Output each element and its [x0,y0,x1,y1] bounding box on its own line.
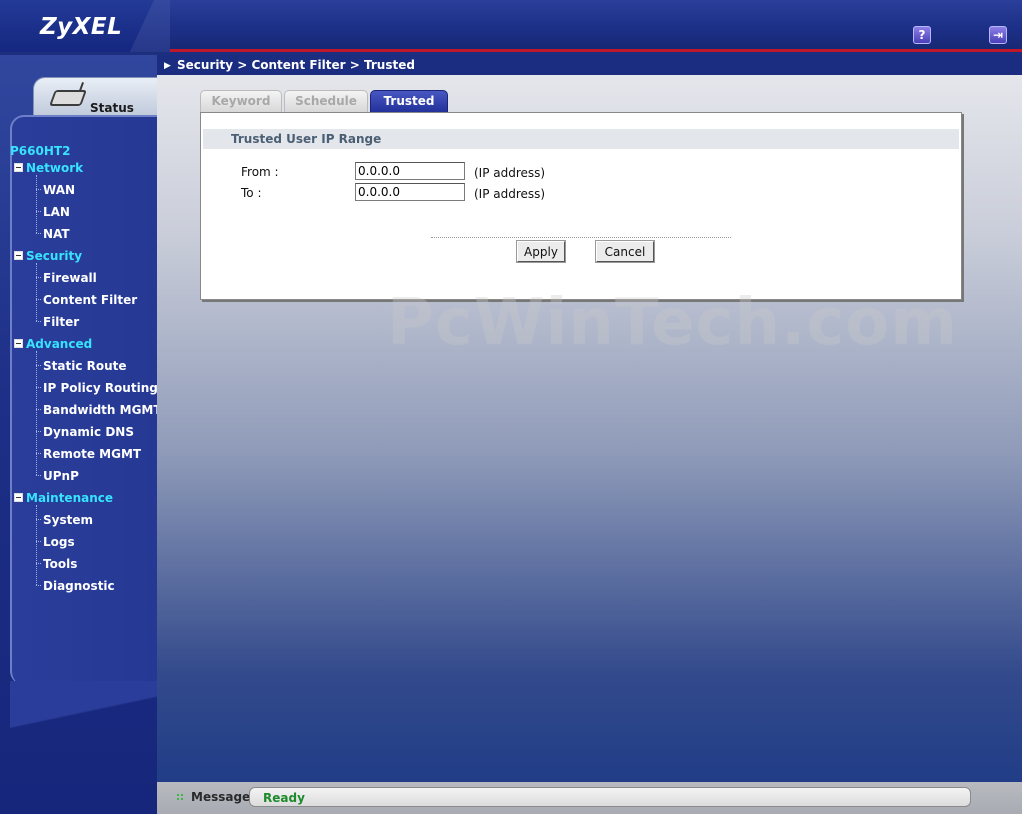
status-label: Status [90,101,134,115]
model-name: P660HT2 [10,144,71,158]
top-banner: ZyXEL ? ⇥ [0,0,1022,52]
menu-group-label: Network [26,161,84,175]
message-label: Message [191,790,251,804]
to-ip-hint: (IP address) [474,187,546,201]
from-ip-hint: (IP address) [474,166,546,180]
sidebar-item-firewall[interactable]: Firewall [43,271,97,285]
section-title: Trusted User IP Range [231,132,382,146]
sidebar-item-system[interactable]: System [43,513,93,527]
tree-tick [36,519,41,520]
sidebar-item-filter[interactable]: Filter [43,315,79,329]
tree-tick [36,431,41,432]
from-ip-input[interactable] [355,162,465,180]
tree-tick [36,563,41,564]
tab-keyword[interactable]: Keyword [200,90,282,112]
sidebar-item-static-route[interactable]: Static Route [43,359,127,373]
help-icon[interactable]: ? [913,26,931,44]
message-box: Ready [249,787,971,807]
menu-panel [10,115,159,745]
main-content: ▶ Security > Content Filter > Trusted Ke… [157,55,1022,782]
tree-tick [36,409,41,410]
sidebar-item-content-filter[interactable]: Content Filter [43,293,137,307]
message-text: Ready [263,791,305,805]
to-label: To : [241,186,262,200]
collapse-icon [14,251,23,260]
to-ip-input[interactable] [355,183,465,201]
tree-line [36,505,37,585]
menu-group-network[interactable]: Network [14,161,83,175]
sidebar-item-dynamic-dns[interactable]: Dynamic DNS [43,425,134,439]
menu-group-label: Security [26,249,83,263]
tree-line [36,263,37,321]
zyxel-logo: ZyXEL [40,14,123,40]
tree-tick [36,453,41,454]
trusted-panel: Trusted User IP Range From : (IP address… [200,112,962,300]
sidebar-item-lan[interactable]: LAN [43,205,70,219]
sidebar-item-nat[interactable]: NAT [43,227,70,241]
section-header: Trusted User IP Range [203,129,959,149]
tree-tick [36,541,41,542]
sidebar-item-bandwidth-mgmt[interactable]: Bandwidth MGMT [43,403,162,417]
collapse-icon [14,339,23,348]
tree-tick [36,299,41,300]
tree-tick [36,189,41,190]
breadcrumb: Security > Content Filter > Trusted [177,58,415,72]
tree-line [36,175,37,233]
menu-group-security[interactable]: Security [14,249,82,263]
menu-group-advanced[interactable]: Advanced [14,337,92,351]
collapse-icon [14,493,23,502]
tree-tick [36,321,41,322]
tree-tick [36,233,41,234]
sidebar-item-upnp[interactable]: UPnP [43,469,79,483]
sidebar-item-tools[interactable]: Tools [43,557,77,571]
tab-trusted[interactable]: Trusted [370,90,448,112]
watermark: PcWinTech.com [387,286,958,360]
router-icon [49,90,87,106]
sidebar-item-ip-policy-routing[interactable]: IP Policy Routing [43,381,158,395]
tree-tick [36,585,41,586]
tree-tick [36,475,41,476]
collapse-icon [14,163,23,172]
apply-button[interactable]: Apply [516,240,566,263]
message-icon [176,793,185,802]
tree-line [36,351,37,475]
status-bar: Message Ready [157,782,1022,814]
sidebar: Status P660HT2 Network WAN LAN NAT Secur… [0,55,162,814]
tree-tick [36,277,41,278]
menu-group-maintenance[interactable]: Maintenance [14,491,113,505]
sidebar-item-diagnostic[interactable]: Diagnostic [43,579,115,593]
tree-tick [36,365,41,366]
tree-tick [36,211,41,212]
tab-schedule[interactable]: Schedule [284,90,368,112]
breadcrumb-bar: ▶ Security > Content Filter > Trusted [157,55,1022,75]
sidebar-item-logs[interactable]: Logs [43,535,75,549]
sidebar-item-wan[interactable]: WAN [43,183,75,197]
divider [431,237,731,238]
sidebar-item-remote-mgmt[interactable]: Remote MGMT [43,447,141,461]
breadcrumb-arrow-icon: ▶ [164,61,171,71]
logo-area: ZyXEL [0,0,170,52]
from-label: From : [241,165,279,179]
logout-icon[interactable]: ⇥ [989,26,1007,44]
menu-group-label: Advanced [26,337,93,351]
menu-group-label: Maintenance [26,491,114,505]
tree-tick [36,387,41,388]
cancel-button[interactable]: Cancel [595,240,655,263]
